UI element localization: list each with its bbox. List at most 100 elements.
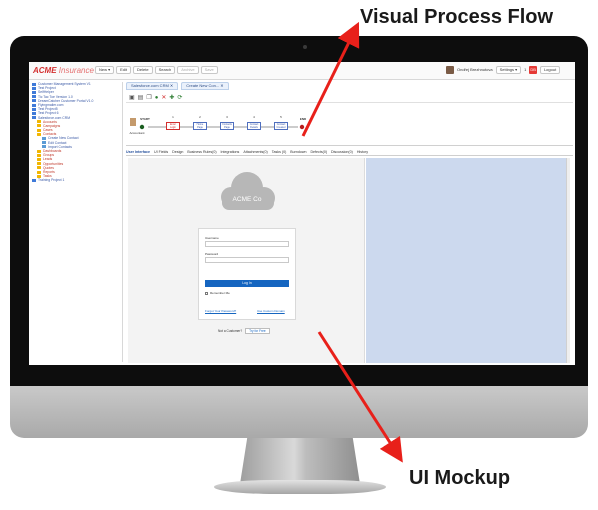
flow-step-number: 1 — [172, 115, 174, 119]
remember-checkbox[interactable] — [205, 291, 208, 295]
visual-process-flow-callout: Visual Process Flow — [360, 6, 554, 28]
detail-tabs: User Interface UI Fields Design Business Ru… — [126, 148, 573, 156]
mockup-brand: ACME Co — [232, 196, 262, 203]
project-icon — [32, 90, 36, 94]
detail-tab[interactable]: Defects(0) — [310, 148, 327, 155]
app-screen: ACME Insurance New ▾ Edit Delete Search Arch… — [29, 62, 575, 365]
detail-tab[interactable]: User Interface — [126, 148, 150, 155]
detail-tab[interactable]: Attachments(0) — [243, 148, 267, 155]
marketing-composite: Visual Process Flow UI Mockup ACME Insur… — [0, 0, 598, 510]
end-node — [299, 124, 305, 130]
flow-step-number: 5 — [280, 115, 282, 119]
document-tabs: Salesforce.com CRM ✕ Create New Con... ✕ — [126, 82, 229, 91]
project-icon — [32, 111, 36, 115]
ui-mockup-callout: UI Mockup — [409, 467, 511, 489]
folder-icon — [37, 174, 41, 178]
logo-sub: Insurance — [58, 66, 94, 75]
toolbar-button-4[interactable]: Archive — [177, 66, 199, 74]
not-customer-text: Not a Customer? — [218, 329, 243, 333]
folder-icon — [37, 157, 41, 161]
save-icon[interactable]: ▣ — [129, 94, 135, 102]
tree-item[interactable]: Training Project 1 — [31, 178, 122, 182]
username-field[interactable] — [205, 241, 289, 247]
project-icon — [32, 178, 36, 182]
actor-label: Accountant — [129, 131, 145, 135]
toolbar-button-2[interactable]: Delete — [133, 66, 153, 74]
project-icon — [32, 82, 36, 86]
refresh-icon[interactable]: ⟳ — [177, 94, 182, 102]
flow-step-number: 3 — [226, 115, 228, 119]
main-panel: Salesforce.com CRM ✕ Create New Con... ✕ … — [126, 82, 573, 363]
folder-icon — [37, 162, 41, 166]
flow-step[interactable]: Contact Created — [274, 122, 288, 130]
start-node — [139, 124, 145, 130]
toolbar-button-1[interactable]: Edit — [116, 66, 132, 74]
tree-item-label: Training Project 1 — [38, 178, 65, 183]
project-icon — [32, 95, 36, 99]
detail-tab[interactable]: Design — [172, 148, 183, 155]
user-area: Ondřej Brezhnutova Settings ▾ 1 DB Logou… — [446, 66, 561, 74]
detail-tab[interactable]: Business Rules(0) — [187, 148, 216, 155]
toolbar-button-0[interactable]: New ▾ — [95, 66, 115, 74]
play-icon[interactable]: ● — [155, 94, 159, 102]
detail-tab[interactable]: Tasks (0) — [272, 148, 287, 155]
remember-label: Remember Me — [210, 291, 230, 295]
folder-icon — [37, 170, 41, 174]
folder-icon — [37, 132, 41, 136]
page-icon — [42, 145, 46, 149]
flow-toolbar: ▣ ▤ ❐ ● ✕ ✚ ⟳ — [126, 93, 573, 103]
status-badge: DB — [529, 66, 537, 74]
detail-tab[interactable]: Integrations — [221, 148, 240, 155]
username-label: Username — [205, 236, 219, 240]
detail-tab[interactable]: Burndown — [290, 148, 306, 155]
monitor-stand-neck — [240, 438, 360, 484]
detail-tab[interactable]: History — [357, 148, 368, 155]
approve-icon[interactable]: ✚ — [169, 94, 174, 102]
user-name[interactable]: Ondřej Brezhnutova — [457, 66, 493, 74]
notification-counter[interactable]: 1 — [524, 66, 526, 74]
not-customer-row: Not a Customer? Try for Free — [218, 328, 270, 334]
toolbar-button-5[interactable]: Save — [200, 66, 218, 74]
flow-step[interactable]: Contacts Page — [220, 122, 234, 130]
app-top-bar: ACME Insurance New ▾ Edit Delete Search Arch… — [29, 62, 575, 80]
settings-button[interactable]: Settings ▾ — [495, 66, 522, 74]
try-free-button[interactable]: Try for Free — [245, 328, 270, 334]
folder-icon — [37, 120, 41, 124]
toolbar-button-3[interactable]: Search — [154, 66, 176, 74]
flow-step-number: 2 — [199, 115, 201, 119]
flow-step[interactable]: Home Page — [193, 122, 207, 130]
folder-icon — [37, 124, 41, 128]
page-icon — [42, 137, 46, 141]
remember-me[interactable]: Remember Me — [205, 291, 230, 295]
custom-domain-link[interactable]: Use Custom Domain — [257, 309, 285, 313]
flow-step-number: 4 — [253, 115, 255, 119]
login-button[interactable]: Log In — [205, 280, 289, 287]
delete-icon[interactable]: ✕ — [161, 94, 166, 102]
tab-1[interactable]: Create New Con... ✕ — [181, 82, 229, 90]
detail-tab[interactable]: UI Fields — [154, 148, 168, 155]
detail-tab[interactable]: Discussion(0) — [331, 148, 353, 155]
flow-step[interactable]: Contact Details — [247, 122, 261, 130]
flow-step[interactable]: Enter Login — [166, 122, 180, 130]
app-logo: ACME Insurance — [33, 66, 94, 75]
folder-icon — [37, 128, 41, 132]
logout-button[interactable]: Logout — [539, 66, 561, 74]
tab-0[interactable]: Salesforce.com CRM ✕ — [126, 82, 179, 90]
monitor-stand-base — [214, 480, 386, 494]
password-field[interactable] — [205, 257, 289, 263]
project-icon — [32, 103, 36, 107]
project-icon — [32, 116, 36, 120]
folder-icon — [37, 166, 41, 170]
project-icon — [32, 99, 36, 103]
login-card: Username Password Log In Remember Me For… — [198, 228, 296, 320]
print-icon[interactable]: ▤ — [138, 94, 144, 102]
page-icon — [42, 141, 46, 145]
copy-icon[interactable]: ❐ — [146, 94, 151, 102]
vertical-scrollbar[interactable] — [566, 158, 570, 363]
forgot-password-link[interactable]: Forgot Your Password? — [205, 309, 236, 313]
webcam-dot — [303, 45, 307, 49]
cloud-logo — [221, 172, 275, 210]
folder-icon — [37, 149, 41, 153]
logo-main: ACME — [33, 66, 57, 75]
project-tree: Customer Management System V1 Test Projec… — [31, 82, 123, 362]
